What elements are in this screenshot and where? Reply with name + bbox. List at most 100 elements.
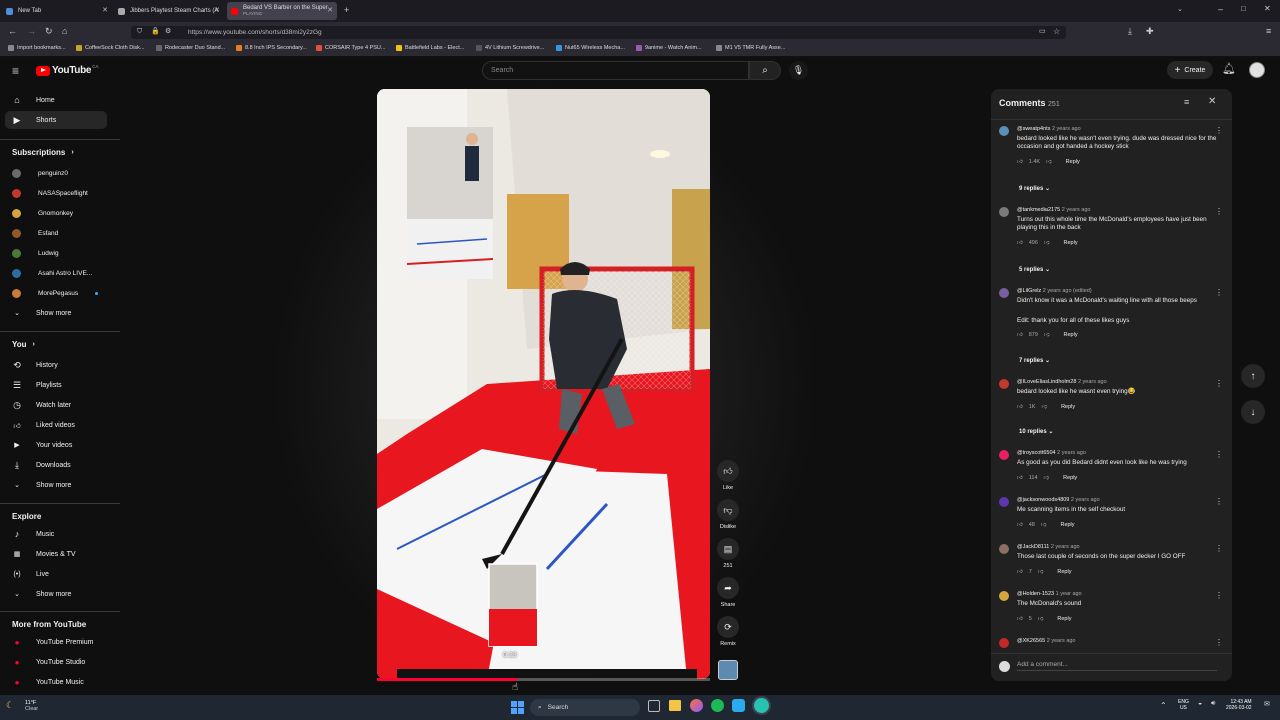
more-options-icon[interactable]: ⋮ <box>1215 288 1223 297</box>
sidebar-item-live[interactable]: (•) Live <box>12 567 48 581</box>
comment-avatar[interactable] <box>999 544 1009 554</box>
reply-button[interactable]: Reply <box>1057 569 1071 575</box>
comment-avatar[interactable] <box>999 207 1009 217</box>
url-bar[interactable]: ⛉ 🔒 ⚙ https://www.youtube.com/shorts/d38… <box>131 26 1066 39</box>
thumbs-up-icon[interactable]: 👍︎ <box>1017 616 1023 622</box>
more-options-icon[interactable]: ⋮ <box>1215 126 1223 135</box>
forward-icon[interactable]: → <box>27 27 36 36</box>
add-comment-input[interactable]: Add a comment... <box>1017 661 1217 671</box>
voice-search-button[interactable]: 🎙 <box>789 61 808 80</box>
more-options-icon[interactable]: ⋮ <box>1215 379 1223 388</box>
thumbs-down-icon[interactable]: 👎︎ <box>1046 159 1052 165</box>
bookmark-item[interactable]: CORSAIR Type 4 PSU... <box>316 45 385 51</box>
thumbs-down-icon[interactable]: 👎︎ <box>1044 240 1050 246</box>
active-app-icon[interactable] <box>754 698 769 713</box>
telegram-icon[interactable] <box>732 699 745 712</box>
thumbs-down-icon[interactable]: 👎︎ <box>1038 616 1044 622</box>
close-icon[interactable]: ✕ <box>102 6 108 14</box>
taskbar-search[interactable]: ⌕ Search <box>530 699 640 716</box>
sidebar-show-more[interactable]: ⌄ Show more <box>12 587 71 601</box>
bookmark-star-icon[interactable]: ☆ <box>1053 28 1060 36</box>
thumbs-down-icon[interactable]: 👎︎ <box>1038 569 1044 575</box>
thumbs-up-icon[interactable]: 👍︎ <box>1017 569 1023 575</box>
shield-icon[interactable]: ⛉ <box>137 28 142 35</box>
bookmark-item[interactable]: Import bookmarks... <box>8 45 66 51</box>
comment-avatar[interactable] <box>999 497 1009 507</box>
volume-icon[interactable]: 🔊︎ <box>1211 700 1215 708</box>
more-options-icon[interactable]: ⋮ <box>1215 450 1223 459</box>
comments-button[interactable]: ▤ 251 <box>716 538 740 569</box>
sidebar-item-subscription[interactable]: NASASpaceflight <box>12 187 88 199</box>
thumbs-up-icon[interactable]: 👍︎ <box>1017 159 1023 165</box>
thumbs-down-icon[interactable]: 👎︎ <box>1044 332 1050 338</box>
home-browser-icon[interactable]: ⌂ <box>62 27 67 36</box>
thumbs-down-icon[interactable]: 👎︎ <box>1044 475 1050 481</box>
bookmark-item[interactable]: 8.8 Inch IPS Secondary... <box>236 45 307 51</box>
sidebar-show-more[interactable]: ⌄ Show more <box>12 306 71 320</box>
thumbs-down-icon[interactable]: 👎︎ <box>1041 522 1047 528</box>
more-options-icon[interactable]: ⋮ <box>1215 497 1223 506</box>
more-options-icon[interactable]: ⋮ <box>1215 638 1223 647</box>
bookmark-item[interactable]: Nut65 Wireless Mecha... <box>556 45 625 51</box>
dislike-button[interactable]: 👎︎ Dislike <box>716 499 740 530</box>
thumbs-up-icon[interactable]: 👍︎ <box>1017 475 1023 481</box>
progress-track[interactable] <box>377 678 710 681</box>
reader-icon[interactable]: ▭ <box>1039 28 1046 35</box>
view-replies-button[interactable]: 9 replies ⌄ <box>1019 185 1050 192</box>
reload-icon[interactable]: ↻ <box>45 27 53 36</box>
share-button[interactable]: ➦ Share <box>716 577 740 608</box>
sidebar-show-more[interactable]: ⌄ Show more <box>12 478 71 492</box>
bookmark-item[interactable]: M1 V5 TMR Fully Asse... <box>716 45 785 51</box>
chevron-up-icon[interactable]: ⌃ <box>1160 701 1167 710</box>
minimize-icon[interactable]: – <box>1218 5 1223 14</box>
sidebar-item-youtube-music[interactable]: ● YouTube Music <box>12 675 84 689</box>
create-button[interactable]: + Create <box>1167 61 1213 79</box>
clock[interactable]: 12:43 AM 2026-03-02 <box>1226 699 1252 711</box>
weather-icon[interactable]: ☾ <box>6 700 14 711</box>
reply-button[interactable]: Reply <box>1063 475 1077 481</box>
thumbs-up-icon[interactable]: 👍︎ <box>1017 404 1023 410</box>
window-close-icon[interactable]: ✕ <box>1264 5 1271 13</box>
extensions-icon[interactable]: ✚ <box>1146 27 1154 36</box>
next-short-button[interactable]: ↓ <box>1241 400 1265 424</box>
comment-avatar[interactable] <box>999 591 1009 601</box>
maximize-icon[interactable]: □ <box>1241 5 1246 13</box>
comment-avatar[interactable] <box>999 379 1009 389</box>
sidebar-item-home[interactable]: ⌂ Home <box>12 93 54 107</box>
thumbs-up-icon[interactable]: 👍︎ <box>1017 522 1023 528</box>
view-replies-button[interactable]: 5 replies ⌄ <box>1019 266 1050 273</box>
comment-avatar[interactable] <box>999 638 1009 648</box>
sidebar-subscriptions-header[interactable]: Subscriptions › <box>12 148 74 157</box>
account-avatar[interactable] <box>1249 62 1265 78</box>
channel-thumbnail[interactable] <box>718 660 738 680</box>
close-icon[interactable]: ✕ <box>214 6 220 14</box>
more-options-icon[interactable]: ⋮ <box>1215 591 1223 600</box>
more-options-icon[interactable]: ⋮ <box>1215 544 1223 553</box>
bookmark-item[interactable]: Battlefield Labs - Elect... <box>396 45 464 51</box>
language-indicator[interactable]: ENG US <box>1178 699 1189 711</box>
bookmark-item[interactable]: 4V Lithium Screwdrive... <box>476 45 544 51</box>
wifi-icon[interactable]: ◒ <box>1198 700 1202 707</box>
remix-button[interactable]: ⟳ Remix <box>716 616 740 647</box>
comment-avatar[interactable] <box>999 450 1009 460</box>
windows-start-icon[interactable] <box>511 701 524 714</box>
sidebar-item-subscription[interactable]: Ludwig <box>12 247 59 259</box>
search-input[interactable]: Search <box>482 61 749 80</box>
shorts-video-player[interactable] <box>377 89 710 679</box>
notification-center-icon[interactable]: ✉ <box>1264 700 1270 708</box>
sidebar-item-shorts[interactable]: ▶ Shorts <box>12 113 57 127</box>
reply-button[interactable]: Reply <box>1057 616 1071 622</box>
more-options-icon[interactable]: ⋮ <box>1215 207 1223 216</box>
bookmark-item[interactable]: 9anime - Watch Anim... <box>636 45 702 51</box>
close-comments-icon[interactable]: ✕ <box>1208 97 1216 107</box>
sidebar-item-subscription[interactable]: MorePegasus <box>12 287 78 299</box>
reply-button[interactable]: Reply <box>1064 240 1078 246</box>
sidebar-item-your-videos[interactable]: ▶ Your videos <box>12 438 72 452</box>
sidebar-item-subscription[interactable]: Esfand <box>12 227 58 239</box>
bookmark-item[interactable]: CoffeeSock Cloth Disk... <box>76 45 145 51</box>
sidebar-item-liked-videos[interactable]: 👍︎ Liked videos <box>12 418 75 432</box>
tab-list-icon[interactable]: ⌄ <box>1177 6 1183 13</box>
close-icon[interactable]: ✕ <box>327 6 333 14</box>
sidebar-item-subscription[interactable]: Gnomonkey <box>12 207 73 219</box>
tab-youtube-short[interactable]: Bedard VS Barber on the Super PLAYING ✕ <box>227 2 337 20</box>
